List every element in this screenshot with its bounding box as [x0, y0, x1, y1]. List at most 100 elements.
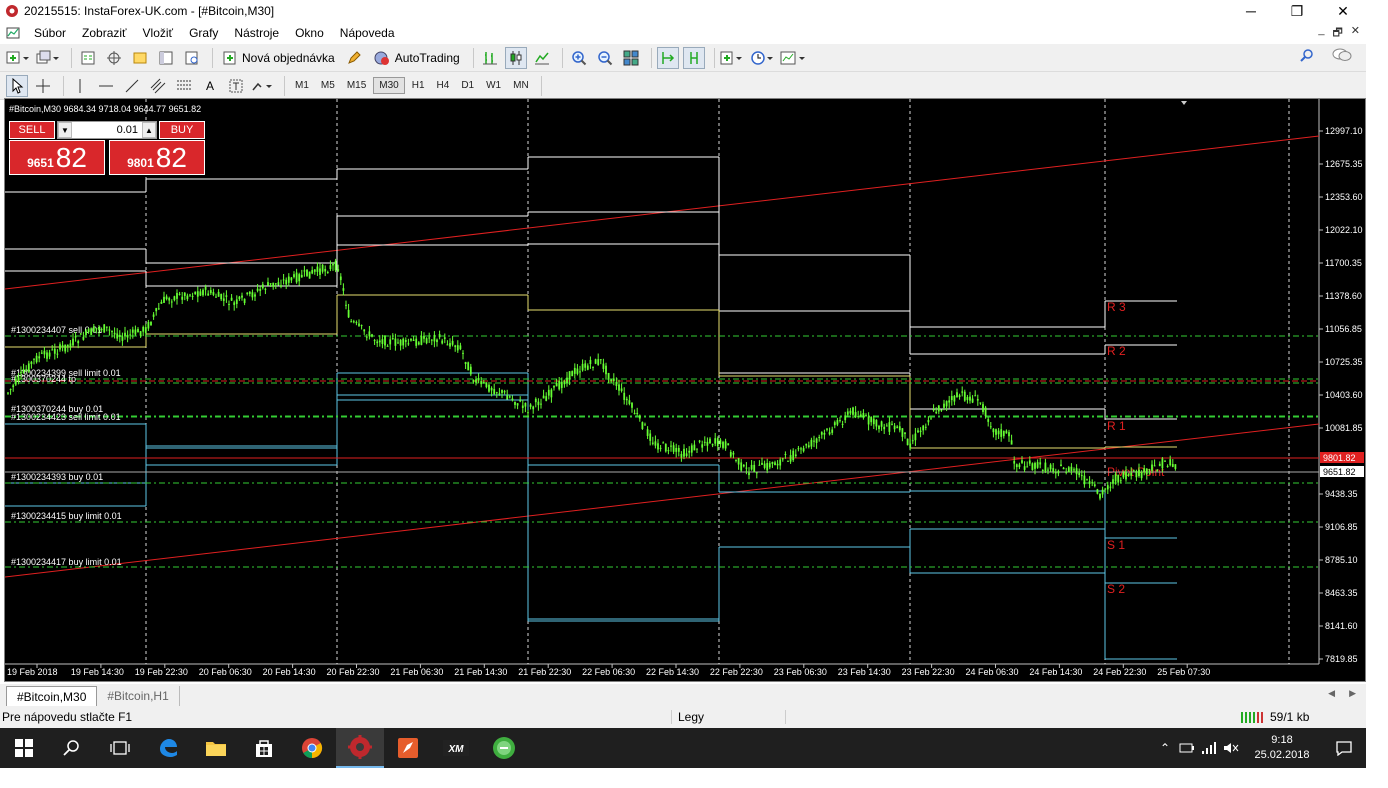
tab-bitcoin-m30[interactable]: #Bitcoin,M30	[6, 686, 98, 706]
vertical-line-tool[interactable]	[69, 75, 91, 97]
search-taskbar-button[interactable]	[48, 728, 96, 768]
timeframe-d1[interactable]: D1	[456, 78, 479, 93]
menu-file[interactable]: Súbor	[26, 26, 74, 40]
candle-body	[407, 343, 410, 345]
mdi-minimize-button[interactable]: _	[1318, 24, 1324, 43]
price-axis-label: 7819.85	[1325, 654, 1358, 664]
minimize-button[interactable]: ─	[1228, 0, 1274, 22]
lot-size-value[interactable]: 0.01	[72, 124, 142, 136]
store-taskbar-button[interactable]	[240, 728, 288, 768]
green-app-taskbar-button[interactable]	[480, 728, 528, 768]
edge-taskbar-button[interactable]	[144, 728, 192, 768]
price-axis-label: 11700.35	[1325, 258, 1362, 268]
chrome-taskbar-button[interactable]	[288, 728, 336, 768]
search-icon[interactable]	[1300, 48, 1314, 62]
menu-window[interactable]: Okno	[287, 26, 332, 40]
metaeditor-button[interactable]	[343, 47, 365, 69]
terminal-button[interactable]	[155, 47, 177, 69]
data-window-button[interactable]	[103, 47, 125, 69]
bar-chart-button[interactable]	[479, 47, 501, 69]
navigator-button[interactable]	[129, 47, 151, 69]
chart-shift-button[interactable]	[682, 46, 705, 69]
rocket-app-taskbar-button[interactable]	[384, 728, 432, 768]
sell-button[interactable]: SELL	[9, 121, 55, 139]
tray-chevron-up-icon[interactable]: ⌃	[1154, 741, 1176, 755]
task-view-button[interactable]	[96, 728, 144, 768]
connection-status[interactable]: 59/1 kb	[1240, 710, 1309, 724]
fibonacci-tool[interactable]	[173, 75, 195, 97]
zoom-out-button[interactable]	[594, 47, 616, 69]
metatrader-taskbar-button[interactable]	[336, 728, 384, 768]
timeframe-w1[interactable]: W1	[481, 78, 506, 93]
tab-scroll-left-icon[interactable]: ◀	[1328, 688, 1335, 699]
menu-tools[interactable]: Nástroje	[226, 26, 287, 40]
periods-button[interactable]	[750, 47, 776, 69]
timeframe-h1[interactable]: H1	[407, 78, 430, 93]
candle-body	[841, 423, 844, 425]
file-explorer-taskbar-button[interactable]	[192, 728, 240, 768]
cursor-tool[interactable]	[6, 74, 28, 97]
timeframe-m30[interactable]: M30	[373, 77, 405, 94]
auto-scroll-button[interactable]	[656, 46, 679, 69]
candle-body	[381, 339, 384, 344]
templates-button[interactable]	[780, 47, 808, 69]
channel-tool[interactable]	[147, 75, 169, 97]
timeframe-m5[interactable]: M5	[316, 78, 340, 93]
lot-decrease-button[interactable]: ▼	[58, 122, 72, 138]
chart-window-icon[interactable]	[6, 26, 20, 40]
maximize-button[interactable]: ❐	[1274, 0, 1320, 22]
profiles-button[interactable]	[36, 47, 62, 69]
candle-body	[129, 334, 132, 336]
mdi-restore-button[interactable]: 🗗	[1332, 24, 1342, 43]
tray-battery-icon[interactable]	[1176, 742, 1198, 754]
zoom-in-button[interactable]	[568, 47, 590, 69]
price-chart[interactable]: 12997.10 12675.35 12353.60 12022.10 11700.35…	[5, 99, 1365, 681]
chat-icon[interactable]	[1332, 48, 1352, 62]
arrows-tool[interactable]	[251, 75, 275, 97]
system-clock[interactable]: 9:18 25.02.2018	[1242, 733, 1322, 763]
timeframe-h4[interactable]: H4	[432, 78, 455, 93]
candle-body	[485, 382, 488, 388]
timeframe-mn[interactable]: MN	[508, 78, 534, 93]
buy-button[interactable]: BUY	[159, 121, 205, 139]
tile-windows-button[interactable]	[620, 47, 642, 69]
rocket-app-icon	[398, 738, 418, 758]
horizontal-line-tool[interactable]	[95, 75, 117, 97]
status-profile[interactable]: Legy	[672, 710, 786, 724]
notification-icon[interactable]	[1322, 740, 1366, 756]
new-chart-button[interactable]	[6, 47, 32, 69]
indicators-button[interactable]	[720, 47, 746, 69]
xm-taskbar-button[interactable]: XM	[432, 728, 480, 768]
text-label-tool[interactable]	[225, 75, 247, 97]
candle-body	[308, 271, 311, 279]
strategy-tester-button[interactable]	[181, 47, 203, 69]
line-chart-button[interactable]	[531, 47, 553, 69]
menu-view[interactable]: Zobraziť	[74, 26, 135, 40]
candle-body	[121, 336, 124, 341]
menu-help[interactable]: Nápoveda	[332, 26, 403, 40]
chart-area[interactable]: 12997.10 12675.35 12353.60 12022.10 11700.35…	[4, 98, 1366, 682]
tray-volume-muted-icon[interactable]	[1220, 742, 1242, 754]
lot-size-field[interactable]: ▼ 0.01 ▲	[57, 121, 157, 139]
candlestick-chart-button[interactable]	[504, 46, 527, 69]
buy-price-button[interactable]: 9801 82	[109, 140, 205, 175]
mdi-close-button[interactable]: ✕	[1351, 24, 1360, 43]
text-tool[interactable]: A	[199, 75, 221, 97]
menu-charts[interactable]: Grafy	[181, 26, 226, 40]
new-order-button[interactable]: Nová objednávka	[218, 47, 339, 69]
autotrading-button[interactable]: AutoTrading	[369, 47, 464, 69]
trendline-tool[interactable]	[121, 75, 143, 97]
crosshair-tool[interactable]	[32, 75, 54, 97]
tray-signal-icon[interactable]	[1198, 742, 1220, 754]
tab-scroll-right-icon[interactable]: ▶	[1349, 688, 1356, 699]
timeframe-m15[interactable]: M15	[342, 78, 371, 93]
time-axis-label: 22 Feb 22:30	[710, 667, 763, 677]
sell-price-button[interactable]: 9651 82	[9, 140, 105, 175]
market-watch-button[interactable]	[77, 47, 99, 69]
timeframe-m1[interactable]: M1	[290, 78, 314, 93]
tab-bitcoin-h1[interactable]: #Bitcoin,H1	[97, 686, 180, 706]
menu-insert[interactable]: Vložiť	[135, 26, 182, 40]
lot-increase-button[interactable]: ▲	[142, 122, 156, 138]
close-button[interactable]: ✕	[1320, 0, 1366, 22]
start-button[interactable]	[0, 728, 48, 768]
